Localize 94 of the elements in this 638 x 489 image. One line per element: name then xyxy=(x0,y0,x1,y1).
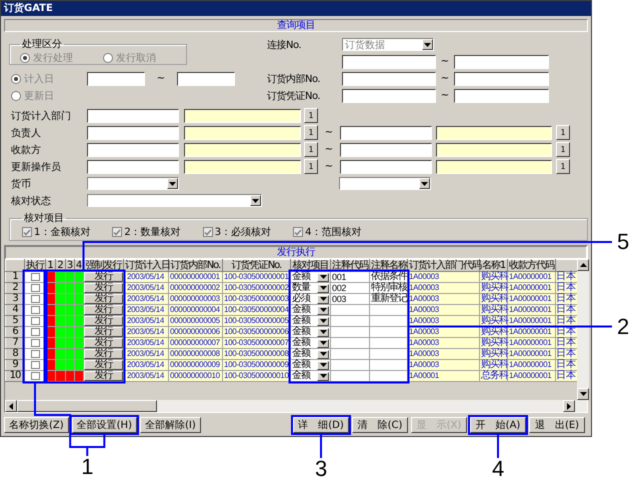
checkbox-label: 3：必须核对 xyxy=(214,226,272,239)
column-header: 订货凭证No. xyxy=(222,260,290,272)
range-separator: ~ xyxy=(324,161,334,172)
radio-label: 更新日 xyxy=(24,90,54,102)
range-separator: ~ xyxy=(440,73,450,84)
callout-number: 2 xyxy=(617,316,630,338)
column-header: 订货计入日 xyxy=(124,260,168,272)
issue-button[interactable]: 发行 xyxy=(84,272,123,282)
column-header: 订货内部No. xyxy=(168,260,222,272)
action-button[interactable]: 全部解除(I) xyxy=(140,417,201,433)
lookup-button[interactable]: 1 xyxy=(556,142,570,157)
table-cell: 依据条件 xyxy=(370,272,408,282)
section-header: 查询项目 xyxy=(4,19,588,32)
column-header: 收款方代码 xyxy=(508,260,556,272)
table-cell: 购买科 xyxy=(480,282,508,294)
table-cell: 日本 xyxy=(556,294,578,304)
issue-button[interactable]: 发行 xyxy=(84,371,123,381)
table-cell[interactable]: 金额 xyxy=(290,338,330,348)
lookup-button[interactable]: 1 xyxy=(556,125,570,140)
range-separator: ~ xyxy=(324,144,334,155)
table-cell[interactable]: 数量 xyxy=(290,282,330,294)
table-cell: 日本 xyxy=(556,370,578,382)
radio-label: 计入日 xyxy=(24,72,54,86)
issue-button[interactable]: 发行 xyxy=(84,338,123,348)
table-cell[interactable]: 金额 xyxy=(290,304,330,316)
issue-button[interactable]: 发行 xyxy=(84,360,123,370)
table-cell: 重新登记 xyxy=(370,294,408,304)
range-separator: ~ xyxy=(324,127,334,138)
lookup-button[interactable]: 1 xyxy=(304,142,318,157)
action-button[interactable]: 清 除(C) xyxy=(352,417,408,433)
table-cell: 日本 xyxy=(556,338,578,348)
table-cell[interactable]: 金额 xyxy=(290,326,330,338)
table-cell: 日本 xyxy=(556,272,578,282)
callout-number: 4 xyxy=(492,458,504,480)
field-label: 订货计入部门 xyxy=(11,110,72,122)
table-cell: 日本 xyxy=(556,282,578,294)
table-cell[interactable]: 金额 xyxy=(290,316,330,326)
callout-number: 3 xyxy=(315,458,328,480)
field-label: 负责人 xyxy=(11,126,42,140)
table-cell[interactable]: 金额 xyxy=(290,348,330,360)
action-button[interactable]: 开 始(A) xyxy=(470,417,526,433)
lookup-button[interactable]: 1 xyxy=(304,108,318,123)
checkbox-label: 2：数量核对 xyxy=(124,226,181,239)
group-title: 处理区分 xyxy=(21,38,63,51)
field-label: 订货凭证No. xyxy=(267,90,322,102)
table-cell[interactable]: 必须 xyxy=(290,294,330,304)
table-cell: 特别审核 xyxy=(370,282,408,294)
column-header: 名称1 xyxy=(480,260,508,272)
issue-button[interactable]: 发行 xyxy=(84,305,123,315)
issue-button[interactable]: 发行 xyxy=(84,294,123,304)
radio-label: 发行取消 xyxy=(116,52,156,65)
field-label: 收款方 xyxy=(11,144,42,156)
issue-button[interactable]: 发行 xyxy=(84,349,123,359)
checkbox-label: 1：金额核对 xyxy=(34,226,90,239)
action-button[interactable]: 名称切换(Z) xyxy=(4,417,69,433)
action-button[interactable]: 详 细(D) xyxy=(293,417,349,433)
issue-button[interactable]: 发行 xyxy=(84,283,123,293)
table-cell[interactable]: 金额 xyxy=(290,360,330,370)
table-cell: 日本 xyxy=(556,348,578,360)
table-cell: 购买科 xyxy=(480,294,508,304)
range-separator: ~ xyxy=(156,73,166,84)
table-cell: 总务科 xyxy=(480,370,508,382)
field-label: 连接No. xyxy=(267,38,302,52)
checkbox-label: 4：范围核对 xyxy=(305,226,362,239)
table-cell: 购买科 xyxy=(480,360,508,370)
callout-number: 1 xyxy=(81,456,94,478)
table-cell[interactable]: 金额 xyxy=(290,370,330,382)
range-separator: ~ xyxy=(440,90,450,101)
field-label: 订货内部No. xyxy=(267,72,322,86)
lookup-button[interactable]: 1 xyxy=(556,159,570,174)
issue-button[interactable]: 发行 xyxy=(84,327,123,337)
issue-button[interactable]: 发行 xyxy=(84,316,123,326)
field-label: 核对状态 xyxy=(11,194,52,208)
table-cell[interactable]: 金额 xyxy=(290,272,330,282)
range-separator: ~ xyxy=(440,56,450,67)
lookup-button[interactable]: 1 xyxy=(304,125,318,140)
column-header: 订货计入部门代码 xyxy=(408,260,480,272)
table-cell: 购买科 xyxy=(480,272,508,282)
table-cell: 购买科 xyxy=(480,338,508,348)
callout-number: 5 xyxy=(617,231,630,253)
action-button[interactable]: 全部设置(H) xyxy=(72,417,137,433)
field-label: 货币 xyxy=(11,178,32,190)
table-cell: 日本 xyxy=(556,304,578,316)
dropdown[interactable]: 订货数据 xyxy=(342,38,434,51)
window-title: 订货GATE xyxy=(1,1,591,16)
table-cell: 日本 xyxy=(556,360,578,370)
section-header: 发行执行 xyxy=(5,246,587,259)
field-label: 更新操作员 xyxy=(11,160,62,174)
table-cell: 购买科 xyxy=(480,348,508,360)
lookup-button[interactable]: 1 xyxy=(304,159,318,174)
action-button[interactable]: 退 出(E) xyxy=(529,417,585,433)
group-title: 核对项目 xyxy=(23,212,65,225)
table-cell: 购买科 xyxy=(480,304,508,316)
radio-label: 发行处理 xyxy=(33,52,73,65)
